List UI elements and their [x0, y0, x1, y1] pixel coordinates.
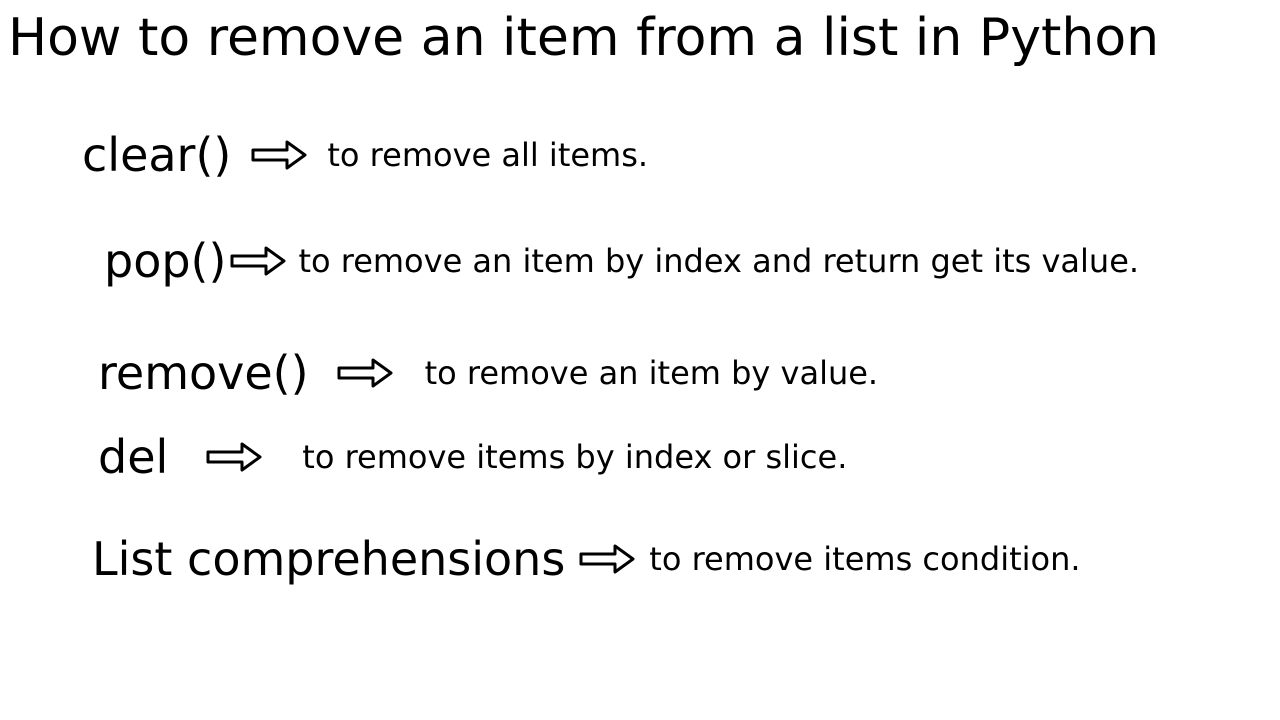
page-title: How to remove an item from a list in Pyt… — [0, 0, 1280, 68]
method-name-clear: clear() — [82, 128, 231, 182]
method-description: to remove items by index or slice. — [282, 438, 847, 476]
arrow-right-icon — [579, 543, 635, 575]
methods-list: clear() to remove all items. pop() to re… — [0, 68, 1280, 586]
method-description: to remove all items. — [327, 136, 648, 174]
method-name-remove: remove() — [98, 346, 309, 400]
method-name-pop: pop() — [104, 234, 226, 288]
list-item: clear() to remove all items. — [0, 128, 1280, 182]
arrow-right-icon — [251, 139, 307, 171]
method-description: to remove an item by index and return ge… — [298, 242, 1139, 280]
list-item: del to remove items by index or slice. — [0, 430, 1280, 484]
arrow-right-icon — [337, 357, 393, 389]
list-item: remove() to remove an item by value. — [0, 346, 1280, 400]
method-name-list-comprehensions: List comprehensions — [92, 532, 565, 586]
method-description: to remove an item by value. — [425, 354, 879, 392]
list-item: List comprehensions to remove items cond… — [0, 532, 1280, 586]
method-name-del: del — [98, 430, 186, 484]
arrow-right-icon — [230, 245, 286, 277]
list-item: pop() to remove an item by index and ret… — [0, 234, 1280, 288]
method-description: to remove items condition. — [649, 540, 1080, 578]
arrow-right-icon — [206, 441, 262, 473]
